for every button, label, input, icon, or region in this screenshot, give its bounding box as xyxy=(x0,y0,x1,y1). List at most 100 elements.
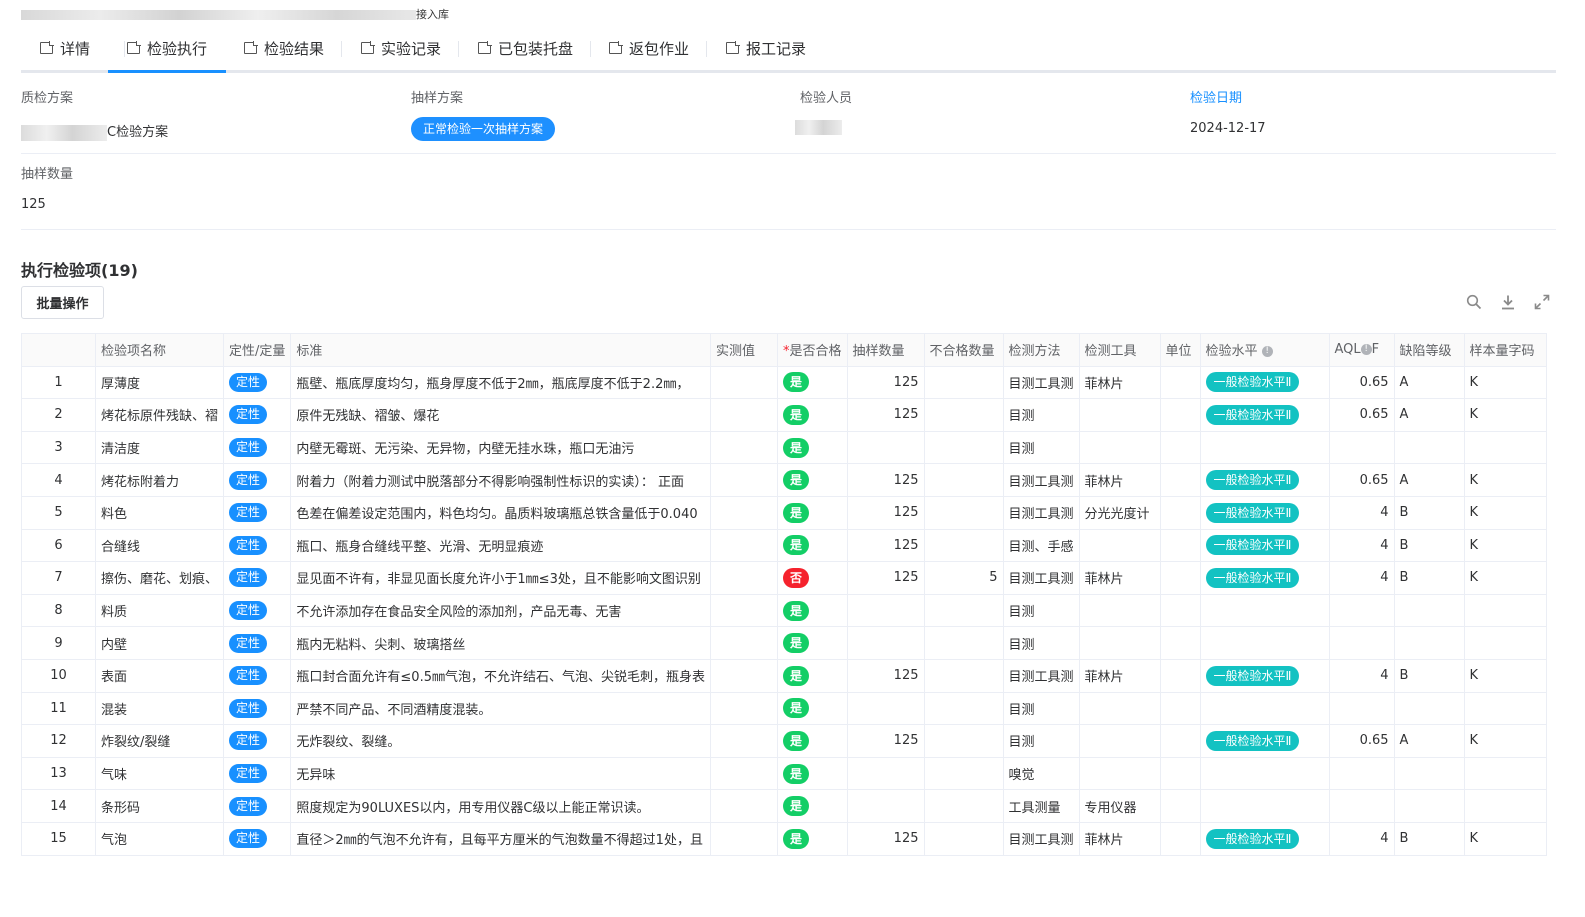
fail-qty-cell[interactable] xyxy=(923,626,1004,660)
col-header-defect-level[interactable]: 缺陷等级 xyxy=(1393,333,1465,367)
batch-operation-button[interactable]: 批量操作 xyxy=(21,286,104,319)
table-row[interactable]: 3 清洁度 定性 内壁无霉斑、无污染、无异物，内壁无挂水珠，瓶口无油污 是 目测 xyxy=(21,430,1547,465)
table-row[interactable]: 8 料质 定性 不允许添加存在食品安全风险的添加剂，产品无毒、无害 是 目测 xyxy=(21,593,1547,628)
standard-cell: 瓶内无粘料、尖刺、玻璃搭丝 xyxy=(290,626,711,660)
row-index: 5 xyxy=(21,495,96,530)
tool-cell: 菲林片 xyxy=(1078,658,1161,693)
qualitative-tag: 定性 xyxy=(229,796,268,816)
unit-cell xyxy=(1159,789,1201,823)
table-row[interactable]: 2 烤花标原件残缺、褶 定性 原件无残缺、褶皱、爆花 是 125 目测 一般检验水平Ⅱ 0.65… xyxy=(21,398,1547,432)
measured-value-cell[interactable] xyxy=(709,724,778,758)
sample-code-cell: K xyxy=(1463,365,1547,400)
pass-badge[interactable]: 是 xyxy=(782,633,809,654)
measured-value-cell[interactable] xyxy=(709,789,778,823)
sampling-plan-tag: 正常检验一次抽样方案 xyxy=(411,117,556,141)
sample-qty-cell: 125 xyxy=(846,658,925,693)
table-row[interactable]: 9 内壁 定性 瓶内无粘料、尖刺、玻璃搭丝 是 目测 xyxy=(21,626,1547,660)
fail-qty-cell[interactable] xyxy=(923,495,1004,530)
table-row[interactable]: 4 烤花标附着力 定性 附着力（附着力测试中脱落部分不得影响强制性标识的实读）： 正面… xyxy=(21,463,1547,497)
table-row[interactable]: 13 气味 定性 无异味 是 嗅觉 xyxy=(21,756,1547,791)
col-header-qualitative[interactable]: 定性/定量 xyxy=(223,333,292,367)
fail-qty-cell[interactable] xyxy=(923,593,1004,628)
measured-value-cell[interactable] xyxy=(709,365,778,400)
item-name: 炸裂纹/裂缝 xyxy=(94,724,225,758)
table-row[interactable]: 1 厚薄度 定性 瓶壁、瓶底厚度均匀，瓶身厚度不低于2㎜，瓶底厚度不低于2.2㎜， 是 1… xyxy=(21,365,1547,400)
fail-qty-cell[interactable] xyxy=(923,463,1004,497)
pass-badge[interactable]: 是 xyxy=(782,437,809,458)
fail-qty-cell[interactable] xyxy=(923,658,1004,693)
col-header-measured[interactable]: 实测值 xyxy=(709,333,778,367)
fail-qty-cell[interactable] xyxy=(923,365,1004,400)
pass-badge[interactable]: 是 xyxy=(782,665,809,686)
divider xyxy=(21,153,1556,154)
pass-badge[interactable]: 是 xyxy=(782,796,809,817)
fail-qty-cell[interactable] xyxy=(923,789,1004,823)
tab-repack-operation[interactable]: 返包作业 xyxy=(609,26,689,70)
col-header-method[interactable]: 检测方法 xyxy=(1002,333,1080,367)
pass-badge[interactable]: 是 xyxy=(782,535,809,556)
measured-value-cell[interactable] xyxy=(709,691,778,726)
col-header-level[interactable]: 检验水平 ! xyxy=(1199,333,1330,367)
pass-badge[interactable]: 是 xyxy=(782,828,809,849)
fail-qty-cell[interactable] xyxy=(923,691,1004,726)
fail-qty-cell[interactable] xyxy=(923,430,1004,465)
fail-qty-cell[interactable] xyxy=(923,398,1004,432)
pass-badge[interactable]: 是 xyxy=(782,600,809,621)
qualitative-tag: 定性 xyxy=(229,405,268,425)
info-icon[interactable]: ! xyxy=(1360,344,1372,356)
pass-badge[interactable]: 是 xyxy=(782,698,809,719)
measured-value-cell[interactable] xyxy=(709,561,778,595)
measured-value-cell[interactable] xyxy=(709,821,778,856)
table-row[interactable]: 14 条形码 定性 照度规定为90LUXES以内，用专用仪器C级以上能正常识读。 是 工具… xyxy=(21,789,1547,823)
fail-qty-cell[interactable] xyxy=(923,821,1004,856)
tab-packed-pallets[interactable]: 已包装托盘 xyxy=(478,26,573,70)
download-icon[interactable] xyxy=(1500,294,1516,310)
pass-badge[interactable]: 是 xyxy=(782,470,809,491)
col-header-standard[interactable]: 标准 xyxy=(290,333,711,367)
qualitative-tag: 定性 xyxy=(229,666,268,686)
measured-value-cell[interactable] xyxy=(709,430,778,465)
col-header-tool[interactable]: 检测工具 xyxy=(1078,333,1161,367)
table-row[interactable]: 12 炸裂纹/裂缝 定性 无炸裂纹、裂缝。 是 125 目测 一般检验水平Ⅱ 0.65 A K xyxy=(21,724,1547,758)
fail-qty-cell[interactable] xyxy=(923,724,1004,758)
measured-value-cell[interactable] xyxy=(709,626,778,660)
table-row[interactable]: 6 合缝线 定性 瓶口、瓶身合缝线平整、光滑、无明显痕迹 是 125 目测、手感 一般检验水平… xyxy=(21,528,1547,563)
pass-badge[interactable]: 是 xyxy=(782,404,809,425)
fail-qty-cell[interactable]: 5 xyxy=(923,561,1004,595)
info-icon[interactable]: ! xyxy=(1261,346,1273,358)
tab-work-report-records[interactable]: 报工记录 xyxy=(726,26,806,70)
measured-value-cell[interactable] xyxy=(709,756,778,791)
search-icon[interactable] xyxy=(1466,294,1482,310)
measured-value-cell[interactable] xyxy=(709,463,778,497)
tab-details[interactable]: 详情 xyxy=(40,26,90,70)
pass-badge[interactable]: 是 xyxy=(782,763,809,784)
measured-value-cell[interactable] xyxy=(709,495,778,530)
measured-value-cell[interactable] xyxy=(709,593,778,628)
table-row[interactable]: 5 料色 定性 色差在偏差设定范围内，料色均匀。晶质料玻璃瓶总铁含量低于0.040 是 1… xyxy=(21,495,1547,530)
col-header-sample-qty[interactable]: 抽样数量 xyxy=(846,333,925,367)
col-header-name[interactable]: 检验项名称 xyxy=(94,333,225,367)
fail-badge[interactable]: 否 xyxy=(782,567,809,588)
pass-badge[interactable]: 是 xyxy=(782,730,809,751)
measured-value-cell[interactable] xyxy=(709,528,778,563)
table-row[interactable]: 7 擦伤、磨花、划痕、 定性 显见面不许有，非显见面长度允许小于1㎜≤3处，且不能影响… xyxy=(21,561,1547,595)
fullscreen-icon[interactable] xyxy=(1534,294,1550,310)
tab-lab-records[interactable]: 实验记录 xyxy=(361,26,441,70)
measured-value-cell[interactable] xyxy=(709,398,778,432)
fail-qty-cell[interactable] xyxy=(923,528,1004,563)
tab-inspection-execution[interactable]: 检验执行 xyxy=(108,26,227,73)
col-header-aql[interactable]: AQL! F xyxy=(1328,333,1395,367)
inspect-date-label: 检验日期 xyxy=(1190,91,1243,106)
table-row[interactable]: 11 混装 定性 严禁不同产品、不同酒精度混装。 是 目测 xyxy=(21,691,1547,726)
fail-qty-cell[interactable] xyxy=(923,756,1004,791)
col-header-fail-qty[interactable]: 不合格数量 xyxy=(923,333,1004,367)
col-header-sample-code[interactable]: 样本量字码 xyxy=(1463,333,1547,367)
measured-value-cell[interactable] xyxy=(709,658,778,693)
table-row[interactable]: 15 气泡 定性 直径＞2㎜的气泡不允许有，且每平方厘米的气泡数量不得超过1处，且 是 1… xyxy=(21,821,1547,856)
tab-inspection-results[interactable]: 检验结果 xyxy=(244,26,324,70)
table-row[interactable]: 10 表面 定性 瓶口封合面允许有≤0.5㎜气泡，不允许结石、气泡、尖锐毛刺，瓶身表 是… xyxy=(21,658,1547,693)
pass-badge[interactable]: 是 xyxy=(782,502,809,523)
pass-badge[interactable]: 是 xyxy=(782,372,809,393)
col-header-unit[interactable]: 单位 xyxy=(1159,333,1201,367)
col-header-pass[interactable]: *是否合格 xyxy=(776,333,848,367)
